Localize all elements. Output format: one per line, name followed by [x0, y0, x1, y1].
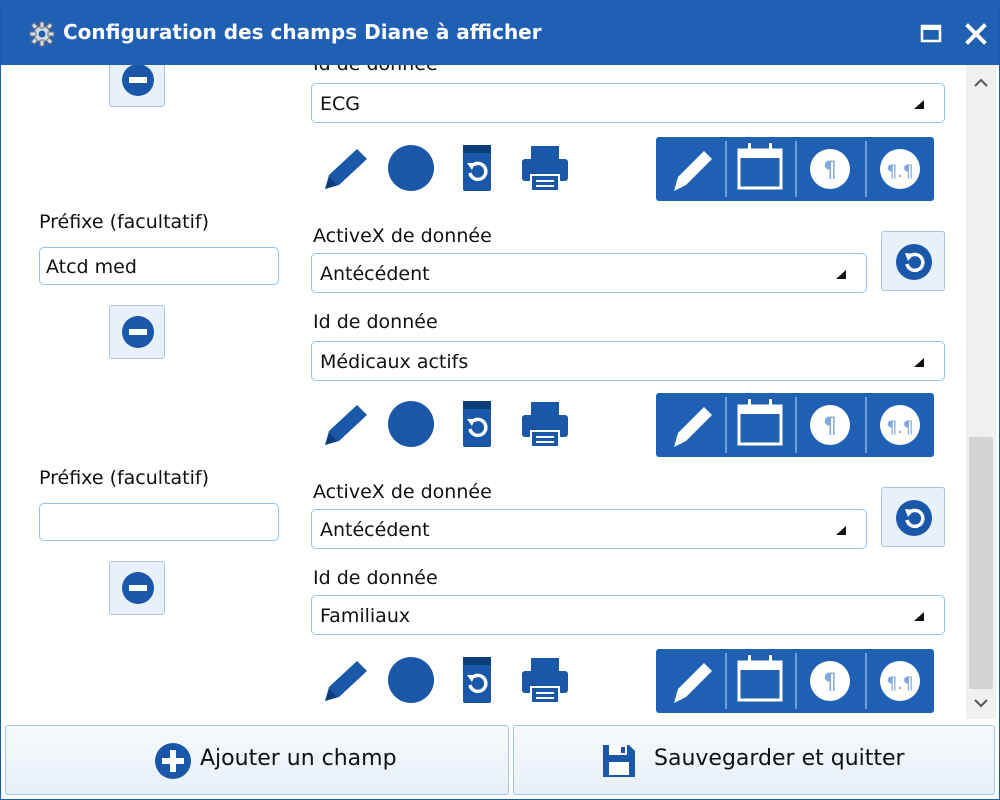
dropdown-arrow-icon [914, 612, 924, 621]
pencil-icon[interactable] [317, 399, 373, 449]
format-toolbar: ¶ ¶.¶ [656, 649, 934, 713]
refresh-button[interactable] [881, 487, 945, 547]
svg-text:¶.¶: ¶.¶ [886, 162, 913, 182]
id-label: Id de donnée [313, 65, 438, 75]
refresh-icon [896, 244, 932, 280]
dropdown-arrow-icon [914, 358, 924, 367]
add-field-label: Ajouter un champ [200, 746, 397, 771]
circle-icon[interactable] [383, 655, 439, 705]
calendar-icon[interactable] [726, 137, 794, 201]
prefix-input[interactable] [39, 503, 279, 541]
printer-icon[interactable] [517, 399, 573, 449]
id-select[interactable]: ECG [311, 83, 945, 123]
remove-field-button[interactable] [109, 561, 165, 615]
edit-pencil-icon[interactable] [656, 649, 724, 713]
paragraph-icon[interactable]: ¶ [796, 649, 864, 713]
svg-text:¶.¶: ¶.¶ [886, 674, 913, 694]
reset-document-icon[interactable] [449, 399, 505, 449]
floppy-disk-icon [603, 745, 635, 777]
reset-document-icon[interactable] [449, 655, 505, 705]
minus-circle-icon [122, 316, 154, 348]
pencil-icon[interactable] [317, 655, 373, 705]
circle-icon[interactable] [383, 399, 439, 449]
id-label: Id de donnée [313, 311, 438, 333]
paragraph-numbered-icon[interactable]: ¶.¶ [866, 393, 934, 457]
save-and-quit-label: Sauvegarder et quitter [654, 746, 905, 771]
paragraph-icon[interactable]: ¶ [796, 393, 864, 457]
prefix-label: Préfixe (facultatif) [39, 211, 209, 233]
prefix-input[interactable]: Atcd med [39, 247, 279, 285]
svg-text:¶.¶: ¶.¶ [886, 418, 913, 438]
activex-select-value: Antécédent [320, 519, 430, 541]
activex-select[interactable]: Antécédent [311, 253, 867, 293]
scroll-up-icon[interactable] [969, 71, 993, 95]
id-select-value: Familiaux [320, 605, 411, 627]
calendar-icon[interactable] [726, 393, 794, 457]
paragraph-numbered-icon[interactable]: ¶.¶ [866, 137, 934, 201]
format-toolbar: ¶ ¶.¶ [656, 137, 934, 201]
format-toolbar: ¶ ¶.¶ [656, 393, 934, 457]
activex-label: ActiveX de donnée [313, 225, 492, 247]
id-select[interactable]: Familiaux [311, 595, 945, 635]
dropdown-arrow-icon [836, 526, 846, 535]
title-bar: Configuration des champs Diane à affiche… [1, 1, 999, 65]
pencil-icon[interactable] [317, 143, 373, 193]
maximize-icon[interactable] [919, 21, 943, 45]
id-select-value: ECG [320, 93, 360, 115]
id-select[interactable]: Médicaux actifs [311, 341, 945, 381]
dropdown-arrow-icon [836, 270, 846, 279]
plus-circle-icon [155, 743, 191, 779]
paragraph-icon[interactable]: ¶ [796, 137, 864, 201]
calendar-icon[interactable] [726, 649, 794, 713]
window-title: Configuration des champs Diane à affiche… [63, 20, 542, 44]
activex-select-value: Antécédent [320, 263, 430, 285]
reset-document-icon[interactable] [449, 143, 505, 193]
close-icon[interactable] [961, 19, 991, 49]
remove-field-button[interactable] [109, 65, 165, 107]
id-label: Id de donnée [313, 567, 438, 589]
minus-circle-icon [122, 65, 154, 96]
svg-text:¶: ¶ [823, 414, 837, 439]
refresh-icon [896, 500, 932, 536]
svg-text:¶: ¶ [823, 670, 837, 695]
printer-icon[interactable] [517, 655, 573, 705]
dropdown-arrow-icon [914, 100, 924, 109]
fields-scroll-area: Id de donnée ECG [1, 65, 999, 719]
edit-pencil-icon[interactable] [656, 137, 724, 201]
paragraph-numbered-icon[interactable]: ¶.¶ [866, 649, 934, 713]
activex-select[interactable]: Antécédent [311, 509, 867, 549]
circle-icon[interactable] [383, 143, 439, 193]
refresh-button[interactable] [881, 231, 945, 291]
scrollbar-thumb[interactable] [969, 437, 993, 689]
remove-field-button[interactable] [109, 305, 165, 359]
prefix-label: Préfixe (facultatif) [39, 467, 209, 489]
minus-circle-icon [122, 572, 154, 604]
scroll-down-icon[interactable] [969, 691, 993, 715]
add-field-button[interactable]: Ajouter un champ [5, 725, 509, 795]
edit-pencil-icon[interactable] [656, 393, 724, 457]
printer-icon[interactable] [517, 143, 573, 193]
gear-icon [29, 21, 55, 47]
activex-label: ActiveX de donnée [313, 481, 492, 503]
id-select-value: Médicaux actifs [320, 351, 469, 373]
svg-text:¶: ¶ [823, 158, 837, 183]
save-and-quit-button[interactable]: Sauvegarder et quitter [513, 725, 995, 795]
dialog-window: Configuration des champs Diane à affiche… [0, 0, 1000, 800]
